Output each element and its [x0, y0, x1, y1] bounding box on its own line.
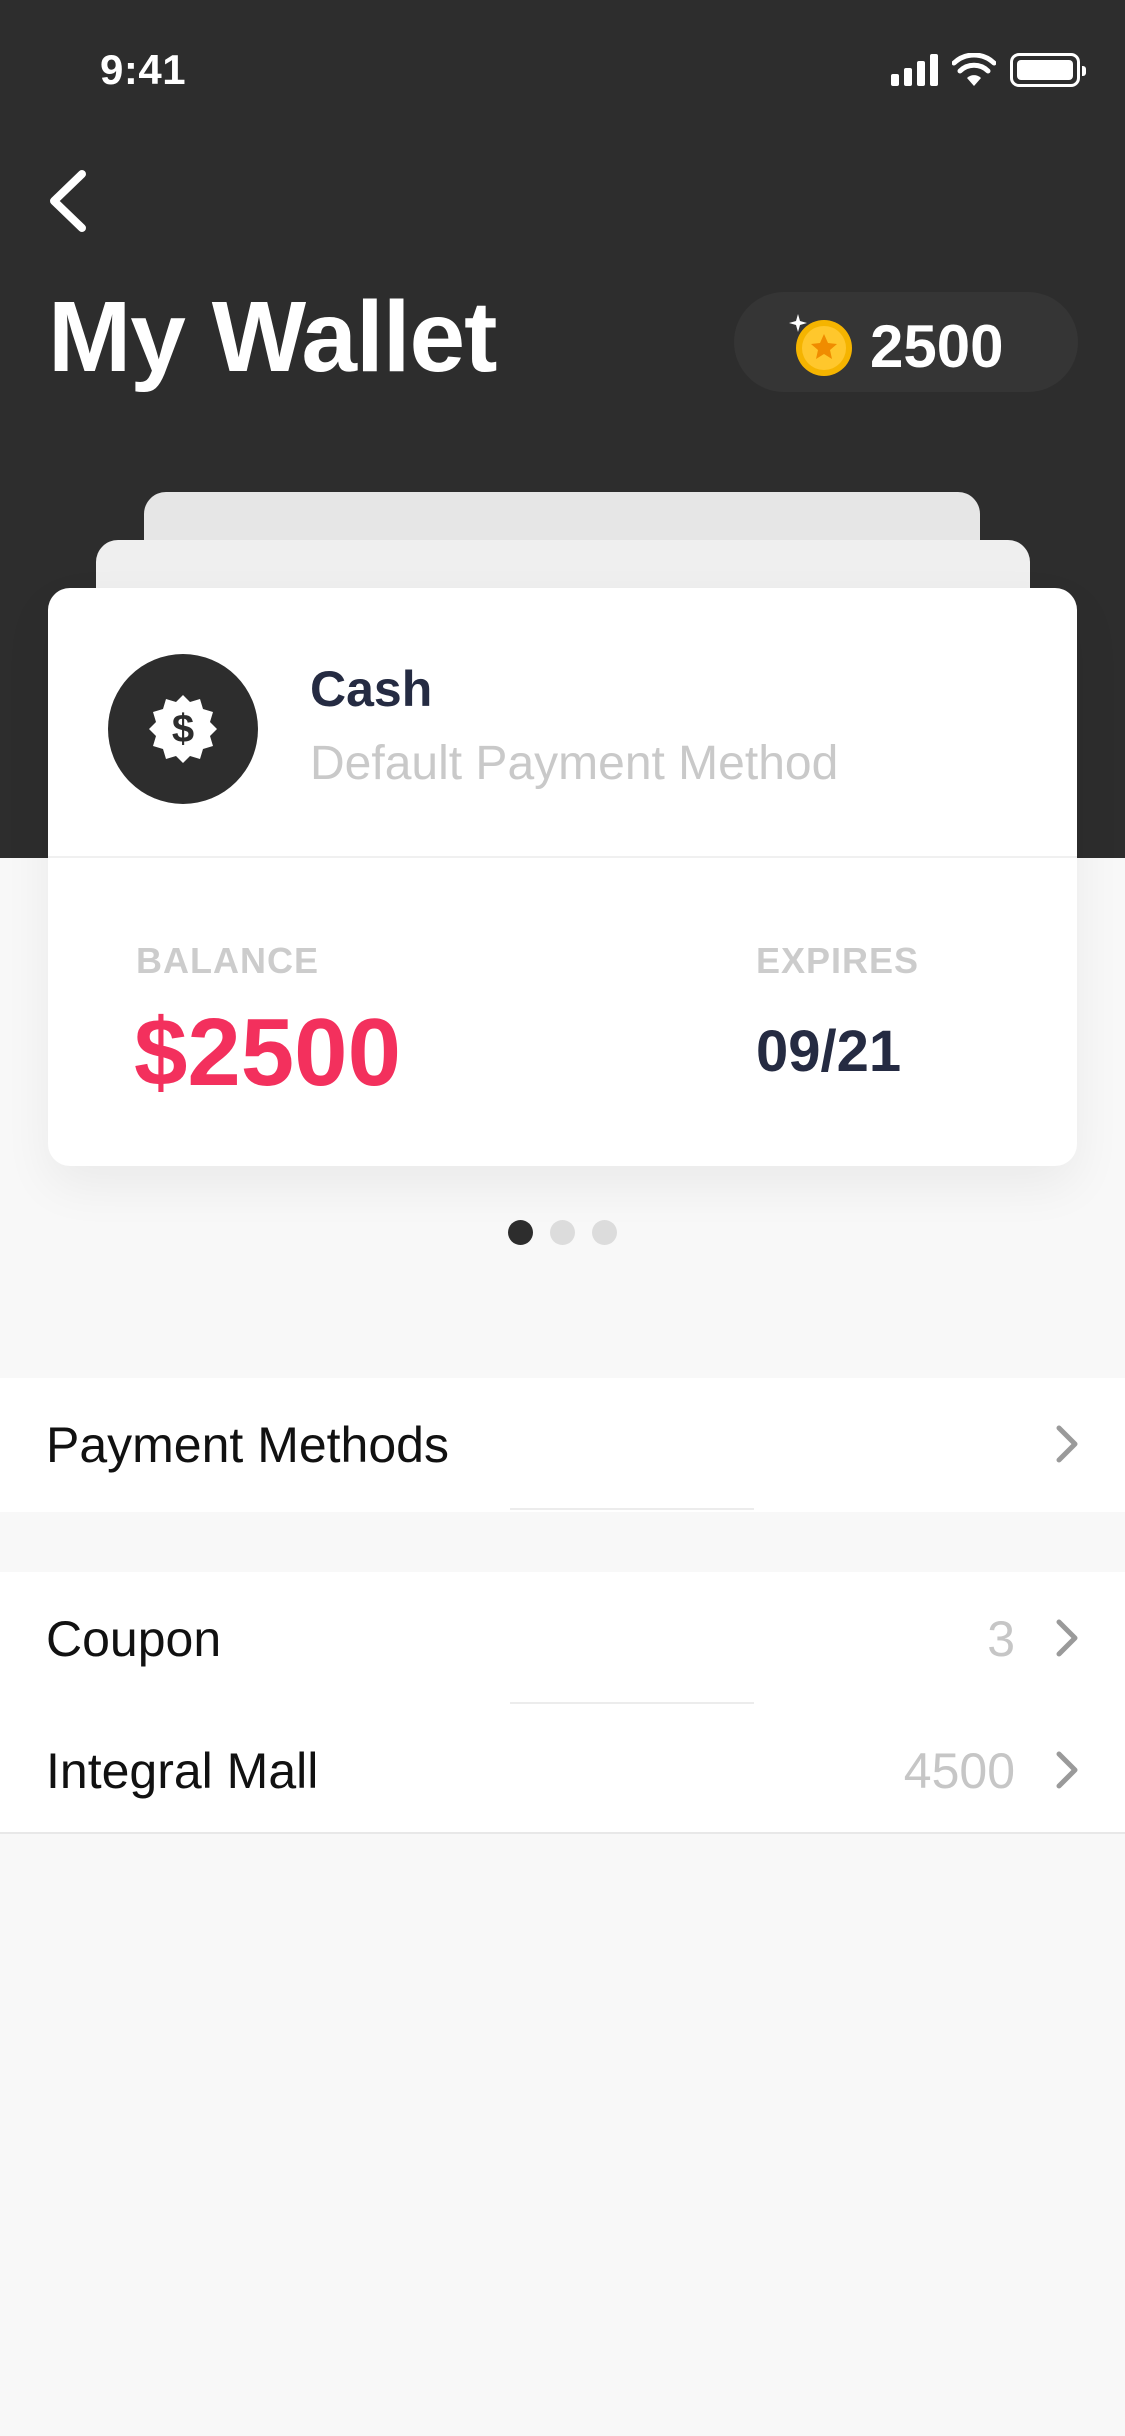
chevron-right-icon [1056, 1425, 1078, 1463]
chevron-right-icon [1056, 1619, 1078, 1657]
card-pagination [508, 1220, 617, 1245]
status-time: 9:41 [100, 46, 187, 93]
balance-label: BALANCE [136, 940, 319, 981]
expires-label: EXPIRES [756, 940, 920, 981]
back-button[interactable] [44, 168, 92, 234]
battery-icon [1010, 53, 1086, 87]
expires-value: 09/21 [756, 1019, 902, 1084]
signal-icon [891, 54, 938, 86]
card-divider [48, 856, 1077, 858]
pagination-dot[interactable] [508, 1220, 533, 1245]
points-value: 2500 [870, 313, 1004, 380]
points-badge[interactable]: 2500 [734, 292, 1078, 392]
payment-method-subtitle: Default Payment Method [310, 737, 839, 790]
pagination-dot[interactable] [592, 1220, 617, 1245]
list-item-label: Integral Mall [46, 1743, 319, 1799]
wifi-icon [952, 53, 996, 86]
coupon-count: 3 [987, 1611, 1015, 1667]
dollar-badge-icon: $ [149, 695, 217, 763]
page-title: My Wallet [48, 281, 497, 393]
svg-text:$: $ [172, 707, 194, 751]
chevron-right-icon [1056, 1751, 1078, 1789]
integral-points-value: 4500 [903, 1743, 1015, 1799]
list-item-coupon[interactable]: Coupon 3 [0, 1572, 1125, 1704]
list-group-rewards: Coupon 3 Integral Mall 4500 [0, 1572, 1125, 1834]
coin-star-icon [789, 314, 852, 376]
list-item-integral-mall[interactable]: Integral Mall 4500 [0, 1704, 1125, 1836]
payment-method-avatar: $ [108, 654, 258, 804]
wallet-card[interactable]: $ Cash Default Payment Method BALANCE $2… [48, 588, 1077, 1166]
payment-method-name: Cash [310, 661, 433, 717]
row-divider [510, 1508, 754, 1510]
list-item-label: Payment Methods [46, 1417, 449, 1473]
status-icons [891, 50, 1086, 90]
list-item-label: Coupon [46, 1611, 222, 1667]
balance-value: $2500 [134, 999, 401, 1106]
list-item-payment-methods[interactable]: Payment Methods [0, 1378, 1125, 1510]
list-group-payment: Payment Methods [0, 1378, 1125, 1512]
pagination-dot[interactable] [550, 1220, 575, 1245]
